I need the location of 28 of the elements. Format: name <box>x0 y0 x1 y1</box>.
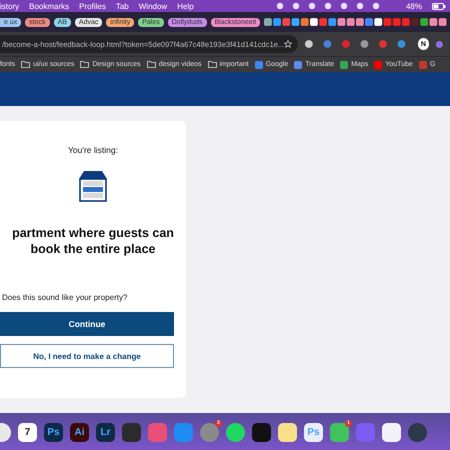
folder-icon <box>146 61 156 68</box>
extension-icon[interactable] <box>435 40 444 48</box>
building-icon <box>77 169 109 203</box>
folder-icon <box>21 61 30 68</box>
app-icon[interactable] <box>252 422 271 442</box>
listing-caption: You're listing: <box>68 145 118 155</box>
app-icon[interactable]: Ai <box>70 422 89 442</box>
star-icon[interactable] <box>284 40 292 48</box>
menu-item[interactable]: Tab <box>116 2 129 10</box>
menu-item[interactable]: istory <box>0 2 20 10</box>
battery-icon <box>432 2 446 10</box>
app-icon[interactable] <box>382 422 401 442</box>
app-icon[interactable]: 7 <box>18 422 37 442</box>
menu-item[interactable]: Bookmarks <box>29 2 70 10</box>
menu-item[interactable]: Help <box>177 2 194 10</box>
app-icon[interactable]: Ps <box>44 422 63 442</box>
continue-button[interactable]: Continue <box>0 312 174 336</box>
app-icon[interactable]: Lr <box>96 422 115 442</box>
menu-item[interactable]: Profiles <box>79 2 106 10</box>
menu-item[interactable]: Window <box>138 2 168 10</box>
listing-title: partment where guests can book the entire place <box>12 225 174 257</box>
app-icon[interactable] <box>226 422 245 442</box>
battery-percentage: 48% <box>406 2 422 10</box>
folder-icon <box>80 61 90 68</box>
confirmation-question: Does this sound like your property? <box>2 293 128 302</box>
change-button[interactable]: No, I need to make a change <box>0 344 174 368</box>
folder-icon <box>208 61 216 68</box>
app-icon[interactable] <box>278 422 297 442</box>
